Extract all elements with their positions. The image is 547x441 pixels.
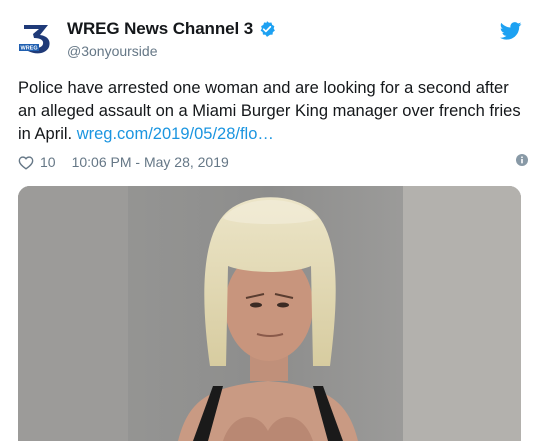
tweet-meta: 10 10:06 PM - May 28, 2019 xyxy=(18,153,528,171)
tweet-media[interactable] xyxy=(18,186,521,441)
name-row: WREG News Channel 3 xyxy=(67,19,276,39)
wreg-3-logo-icon: WREG xyxy=(18,19,56,57)
tweet-timestamp[interactable]: 10:06 PM - May 28, 2019 xyxy=(72,154,229,170)
like-count[interactable]: 10 xyxy=(40,154,56,170)
twitter-bird-icon[interactable] xyxy=(500,22,522,40)
display-name[interactable]: WREG News Channel 3 xyxy=(67,19,253,39)
heart-icon[interactable] xyxy=(18,155,34,170)
avatar-text: WREG xyxy=(21,46,38,52)
account-handle[interactable]: @3onyourside xyxy=(67,43,158,59)
tweet-card: WREG WREG News Channel 3 @3onyourside Po… xyxy=(0,0,547,441)
verified-badge-icon xyxy=(260,21,275,37)
tweet-text: Police have arrested one woman and are l… xyxy=(18,77,528,146)
tweet-link[interactable]: wreg.com/2019/05/28/flo… xyxy=(77,125,274,143)
account-avatar[interactable]: WREG xyxy=(18,19,56,57)
mugshot-photo xyxy=(18,186,521,441)
info-icon[interactable] xyxy=(516,154,528,166)
